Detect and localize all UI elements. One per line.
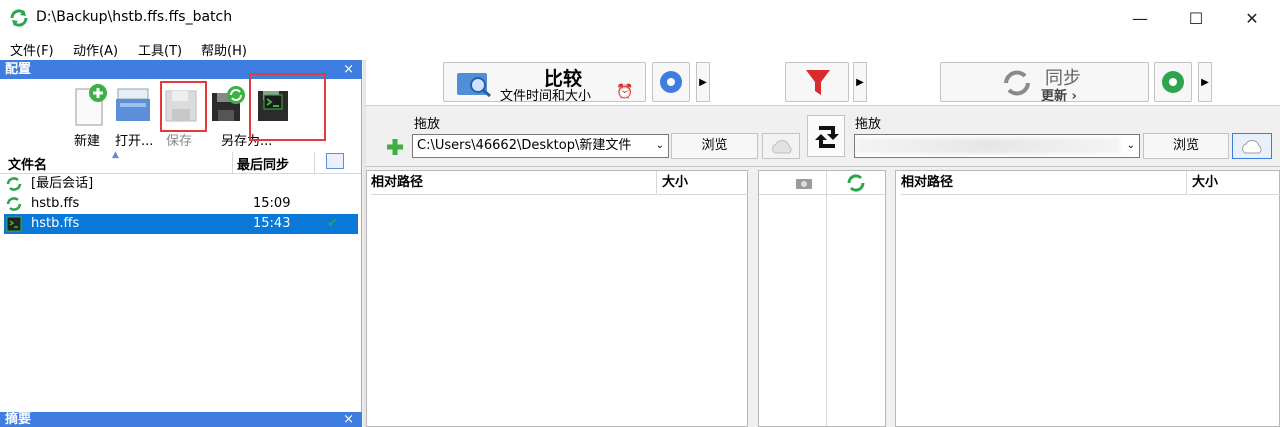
- sync-dropdown-button[interactable]: ▶: [1198, 62, 1212, 102]
- clock-icon: ⏰: [616, 84, 634, 100]
- list-item[interactable]: hstb.ffs 15:09: [4, 194, 358, 214]
- menu-file[interactable]: 文件(F): [10, 40, 54, 59]
- list-item[interactable]: [最后会话]: [4, 174, 358, 194]
- divider: [314, 152, 315, 173]
- save-as-batch-button[interactable]: [208, 81, 250, 129]
- summary-panel-close-icon[interactable]: ×: [343, 412, 354, 427]
- left-drop-label: 拖放: [414, 117, 441, 132]
- left-cloud-button[interactable]: [762, 133, 800, 159]
- sync-subtitle: 更新 ›: [1041, 89, 1077, 104]
- list-options-icon[interactable]: [326, 153, 344, 169]
- left-col-size[interactable]: 大小: [658, 171, 748, 195]
- open-icon: [116, 88, 150, 121]
- divider: [232, 152, 233, 173]
- sort-ascending-icon: ▲: [112, 150, 119, 160]
- menu-help[interactable]: 帮助(H): [201, 40, 247, 59]
- middle-grid-header: [759, 171, 885, 195]
- folder-pair-row: 拖放 C:\Users\46662\Desktop\新建文件 ⌄ 浏览 拖放 ⌄…: [366, 107, 1280, 167]
- config-panel-title: 配置: [5, 62, 32, 77]
- batch-file-icon: [6, 216, 22, 232]
- arrow-right-icon: ▶: [1201, 76, 1209, 88]
- minimize-button[interactable]: —: [1112, 0, 1168, 36]
- sync-grey-icon: [1004, 70, 1030, 96]
- menu-bar: 文件(F) 动作(A) 工具(T) 帮助(H): [0, 36, 1280, 60]
- window-title: D:\Backup\hstb.ffs.ffs_batch: [36, 9, 233, 25]
- compare-magnifier-icon: [457, 73, 491, 98]
- right-folder-path-input[interactable]: ⌄: [854, 134, 1140, 158]
- menu-tools[interactable]: 工具(T): [138, 40, 182, 59]
- list-item-name: hstb.ffs: [31, 216, 80, 231]
- divider: [826, 171, 827, 426]
- open-config-button[interactable]: [112, 81, 154, 129]
- right-drop-label: 拖放: [855, 117, 882, 132]
- right-cloud-button[interactable]: [1232, 133, 1272, 159]
- synchronize-button[interactable]: 同步 更新 ›: [940, 62, 1149, 104]
- menu-action[interactable]: 动作(A): [73, 40, 118, 59]
- freefilesync-icon: [10, 9, 28, 27]
- list-item-time: 15:09: [253, 196, 291, 211]
- sync-action-icon[interactable]: [847, 174, 865, 192]
- right-file-grid[interactable]: 相对路径 大小: [895, 170, 1280, 427]
- plus-icon: [387, 139, 403, 155]
- left-folder-path: C:\Users\46662\Desktop\新建文件: [417, 138, 632, 153]
- arrow-right-icon: ▶: [856, 76, 864, 88]
- left-col-relative-path[interactable]: 相对路径: [371, 171, 657, 195]
- gear-icon: [660, 71, 682, 93]
- column-header-last-sync[interactable]: 最后同步: [237, 154, 289, 173]
- filter-dropdown-button[interactable]: ▶: [853, 62, 867, 102]
- right-col-relative-path[interactable]: 相对路径: [901, 171, 1187, 195]
- open-label: 打开...: [115, 134, 154, 149]
- swap-sides-button[interactable]: [807, 115, 845, 157]
- save-sync-icon: [212, 86, 245, 121]
- chevron-down-icon[interactable]: ⌄: [1127, 135, 1135, 157]
- main-toolbar: 比较 文件时间和大小 ⏰ ▶ ▶ 同步 更新 › ▶: [366, 60, 1280, 106]
- filter-funnel-icon: [806, 70, 830, 95]
- chevron-down-icon[interactable]: ⌄: [656, 135, 664, 157]
- gear-icon: [1162, 71, 1184, 93]
- close-button[interactable]: ✕: [1224, 0, 1280, 36]
- left-file-grid[interactable]: 相对路径 大小: [366, 170, 748, 427]
- summary-panel-header: 摘要 ×: [0, 412, 362, 427]
- blurred-path: [855, 138, 1120, 154]
- list-item-name: [最后会话]: [31, 176, 94, 191]
- highlight-box: [160, 81, 207, 132]
- left-folder-path-input[interactable]: C:\Users\46662\Desktop\新建文件 ⌄: [412, 134, 669, 158]
- highlight-box: [249, 73, 326, 141]
- cloud-icon: [772, 139, 792, 154]
- list-item[interactable]: hstb.ffs 15:43 ✔: [4, 214, 358, 234]
- compare-subtitle: 文件时间和大小: [500, 89, 592, 104]
- new-label: 新建: [74, 134, 101, 149]
- list-item-name: hstb.ffs: [31, 196, 80, 211]
- cloud-icon: [1242, 139, 1262, 154]
- config-panel-close-icon[interactable]: ×: [343, 60, 354, 79]
- compare-settings-button[interactable]: [652, 62, 690, 102]
- checkmark-icon: ✔: [327, 216, 338, 231]
- list-item-time: 15:43: [253, 216, 291, 231]
- filter-button[interactable]: [785, 62, 849, 102]
- left-browse-button[interactable]: 浏览: [671, 133, 758, 159]
- new-config-button[interactable]: [68, 81, 110, 129]
- right-col-size[interactable]: 大小: [1188, 171, 1280, 195]
- summary-panel-title: 摘要: [5, 412, 32, 427]
- title-bar: D:\Backup\hstb.ffs.ffs_batch — ☐ ✕: [0, 0, 1280, 36]
- sync-settings-button[interactable]: [1154, 62, 1192, 102]
- save-label: 保存: [166, 134, 193, 149]
- swap-arrows-icon: [815, 126, 839, 148]
- maximize-button[interactable]: ☐: [1168, 0, 1224, 36]
- compare-button[interactable]: 比较 文件时间和大小 ⏰: [443, 62, 646, 104]
- camera-icon[interactable]: [795, 176, 813, 190]
- compare-dropdown-button[interactable]: ▶: [696, 62, 710, 102]
- middle-action-grid[interactable]: [758, 170, 886, 427]
- add-folder-pair-button[interactable]: [384, 136, 406, 158]
- config-panel: 配置 × 新建 打开... 保存 另存为... 文件名 ▲ 最后同步 [最后会话…: [0, 60, 362, 427]
- arrow-right-icon: ▶: [699, 76, 707, 88]
- sync-icon: [6, 197, 22, 211]
- sync-icon: [6, 177, 22, 191]
- new-file-icon: [75, 84, 107, 126]
- right-browse-button[interactable]: 浏览: [1143, 133, 1229, 159]
- column-header-filename[interactable]: 文件名: [8, 154, 47, 173]
